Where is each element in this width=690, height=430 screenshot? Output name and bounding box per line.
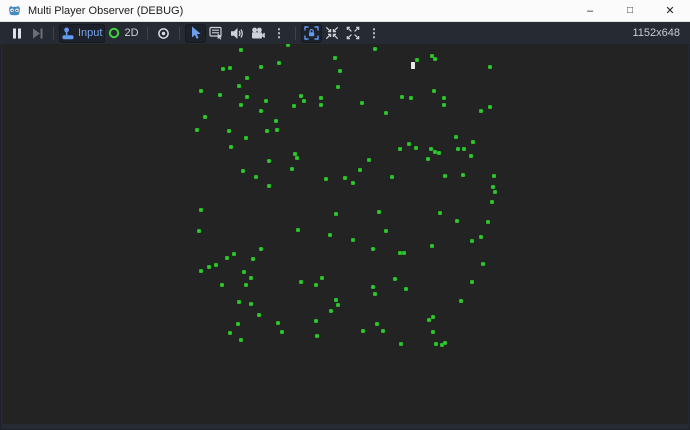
window-title: Multi Player Observer (DEBUG) (28, 4, 184, 17)
select-mode-button[interactable] (184, 23, 206, 43)
expand-arrows-icon (346, 26, 360, 40)
window-controls: – □ ✕ (570, 0, 690, 21)
input-mode-button[interactable]: Input (59, 23, 106, 43)
minimize-button[interactable]: – (570, 0, 610, 21)
pause-icon (12, 28, 22, 39)
embed-options-menu-button[interactable]: ⋮ (364, 24, 385, 43)
camera-2d-label: 2D (124, 26, 139, 39)
next-frame-button[interactable] (27, 24, 48, 43)
game-viewport[interactable] (2, 44, 688, 424)
toolbar-separator (294, 26, 296, 40)
speaker-icon (230, 27, 244, 40)
embed-lock-icon (303, 26, 319, 40)
camera-icon (251, 27, 265, 40)
list-select-icon (209, 26, 223, 40)
vertical-ellipsis-icon: ⋮ (273, 26, 286, 40)
input-mode-label: Input (78, 26, 103, 39)
close-button[interactable]: ✕ (650, 0, 690, 21)
list-select-button[interactable] (206, 24, 227, 43)
next-frame-icon (32, 28, 43, 39)
joystick-icon (62, 27, 74, 40)
embed-game-button[interactable] (300, 23, 322, 43)
toolbar-separator (53, 26, 54, 40)
maximize-button[interactable]: □ (610, 0, 650, 21)
camera-override-menu-button[interactable]: ⋮ (269, 24, 290, 43)
game-toolbar: Input 2D ⋮ ⋮ 1152x648 (0, 22, 690, 44)
camera-2d-button[interactable]: 2D (105, 24, 141, 43)
godot-app-icon (8, 4, 21, 17)
expand-window-button[interactable] (343, 24, 364, 43)
selection-visibility-button[interactable] (153, 24, 174, 43)
camera-override-button[interactable] (248, 24, 269, 43)
visibility-icon (157, 27, 170, 40)
window-titlebar[interactable]: Multi Player Observer (DEBUG) – □ ✕ (0, 0, 690, 22)
resolution-label: 1152x648 (632, 27, 680, 39)
shrink-arrows-icon (325, 26, 339, 40)
pause-button[interactable] (6, 24, 27, 43)
mute-audio-button[interactable] (227, 24, 248, 43)
toolbar-separator (178, 26, 180, 40)
vertical-ellipsis-icon: ⋮ (368, 26, 381, 40)
cursor-arrow-icon (189, 26, 202, 40)
shrink-window-button[interactable] (322, 24, 343, 43)
circle-2d-icon (108, 27, 120, 39)
toolbar-separator (146, 26, 148, 40)
